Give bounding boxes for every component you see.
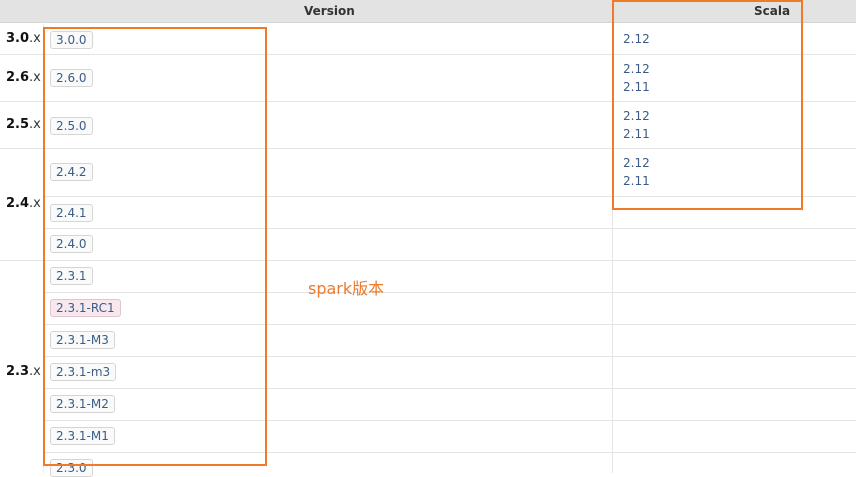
group-label-2-4: 2.4.x [6,196,41,211]
version-column-header: Version [304,4,355,18]
group-label-2-6: 2.6.x [6,70,41,85]
scala-highlight-box [612,0,803,210]
group-label-3-0: 3.0.x [6,31,41,46]
group-label-2-3: 2.3.x [6,364,41,379]
version-highlight-box [43,27,267,466]
group-label-2-5: 2.5.x [6,117,41,132]
spark-version-annotation: spark版本 [308,279,385,298]
